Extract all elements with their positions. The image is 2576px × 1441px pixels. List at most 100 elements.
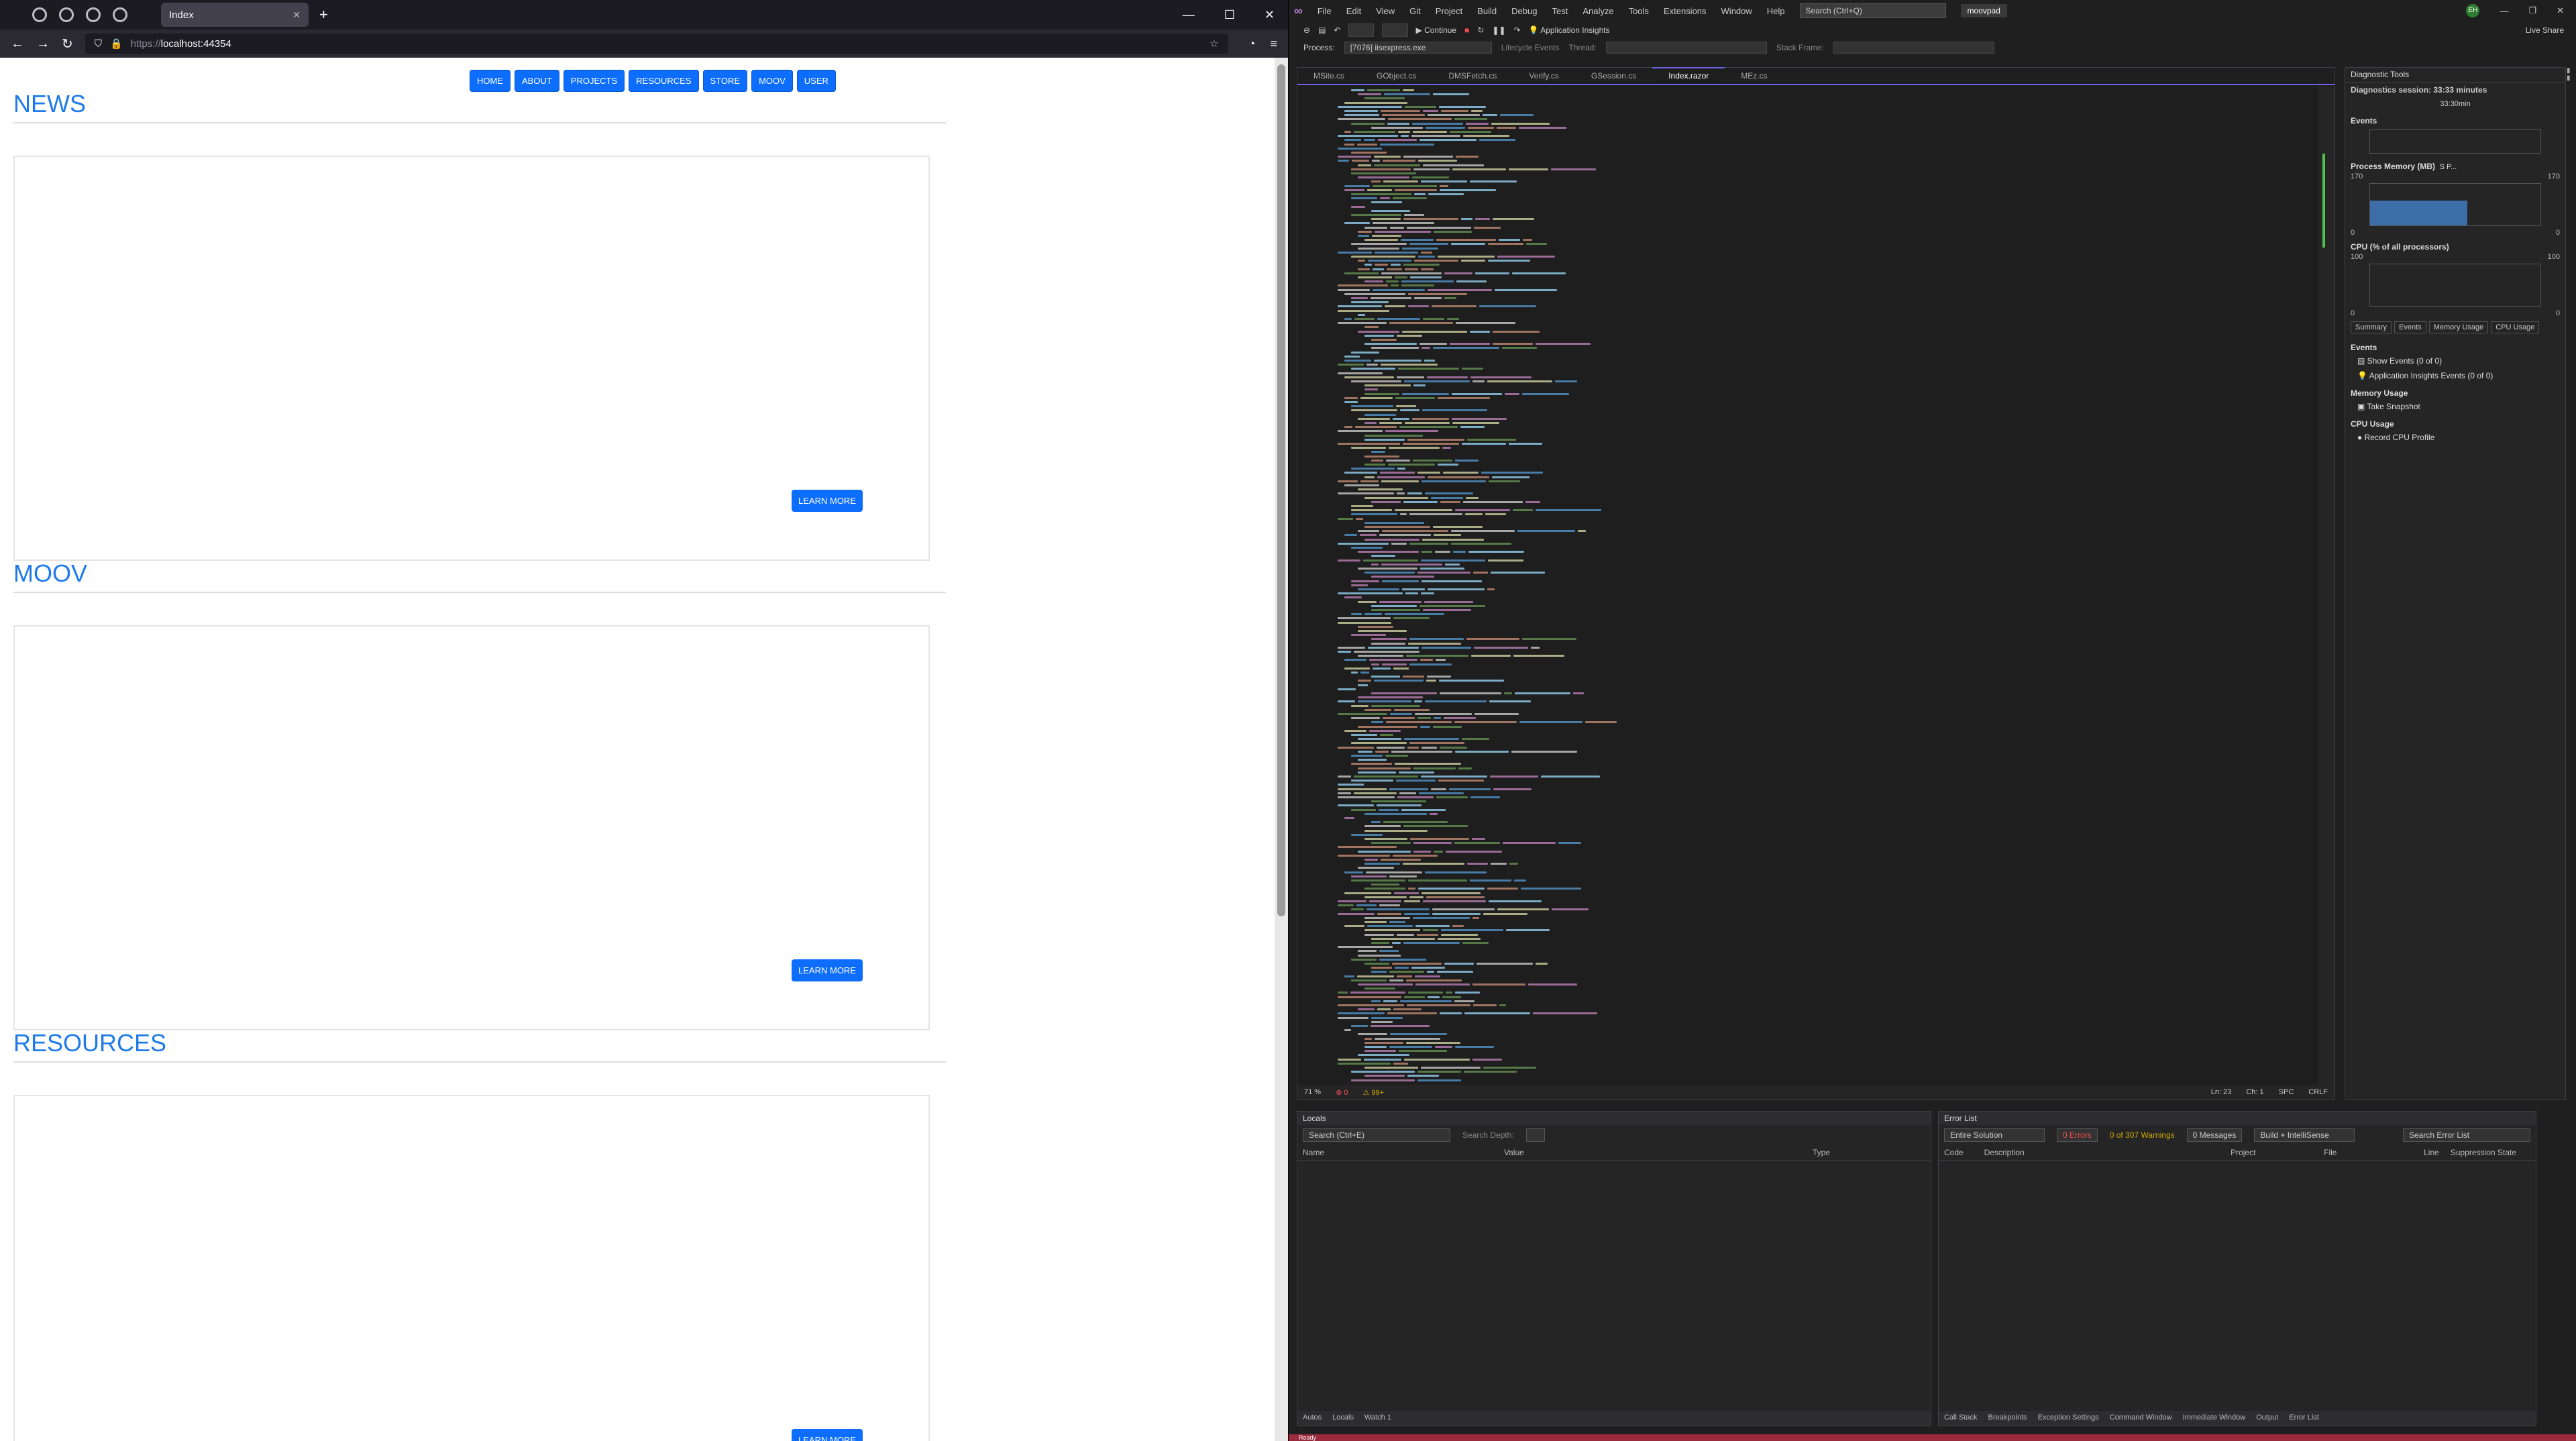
app-insights-button[interactable]: 💡 Application Insights (1529, 25, 1610, 35)
back-icon[interactable]: ← (11, 36, 24, 52)
continue-button[interactable]: ▶ Continue (1416, 25, 1457, 35)
editor-tab[interactable]: MEz.cs (1725, 68, 1783, 84)
pane-tab[interactable]: Error List (2289, 1413, 2319, 1423)
pane-tab[interactable]: Command Window (2110, 1413, 2172, 1423)
code-editor[interactable]: MSite.cs GObject.cs DMSFetch.cs Verify.cs GS… (1297, 67, 2335, 1100)
close-window-icon[interactable]: ✕ (1265, 8, 1275, 22)
menu-item-extensions[interactable]: Extensions (1664, 6, 1707, 16)
editor-scrollbar[interactable] (2318, 87, 2334, 1085)
search-depth-dropdown[interactable] (1525, 1128, 1545, 1142)
editor-tab[interactable]: GObject.cs (1360, 68, 1432, 84)
code-area[interactable] (1297, 87, 2318, 1085)
restart-icon[interactable]: ↻ (1477, 25, 1484, 35)
close-icon[interactable]: ✕ (292, 9, 301, 21)
menu-item-edit[interactable]: Edit (1346, 6, 1361, 16)
whitespace-indicator[interactable]: SPC (2279, 1088, 2294, 1096)
ai-events-link[interactable]: 💡 Application Insights Events (0 of 0) (2345, 368, 2565, 383)
menu-item-debug[interactable]: Debug (1511, 6, 1537, 16)
menu-item-view[interactable]: View (1376, 6, 1395, 16)
pinned-tab-icon[interactable] (32, 7, 47, 22)
stack-frame-dropdown[interactable] (1833, 42, 1995, 54)
pane-tab[interactable]: Breakpoints (1988, 1413, 2027, 1423)
diagnostics-tab[interactable]: CPU Usage (2491, 321, 2540, 333)
pocket-icon[interactable]: ◔ (1248, 37, 1256, 51)
new-tab-icon[interactable]: + (319, 6, 328, 23)
pinned-tab-icon[interactable] (86, 7, 101, 22)
nav-button-moov[interactable]: MOOV (751, 70, 793, 92)
pane-tab[interactable]: Autos (1303, 1413, 1322, 1423)
thread-dropdown[interactable] (1605, 42, 1767, 54)
nav-button-projects[interactable]: PROJECTS (563, 70, 625, 92)
live-share-button[interactable]: Live Share (2526, 25, 2576, 35)
editor-tab[interactable]: GSession.cs (1575, 68, 1652, 84)
diagnostics-tab[interactable]: Events (2394, 321, 2426, 333)
scrollbar-thumb[interactable] (1277, 64, 1285, 916)
pause-icon[interactable]: ❚❚ (1492, 25, 1505, 35)
menu-item-project[interactable]: Project (1436, 6, 1462, 16)
locals-search-input[interactable]: Search (Ctrl+E) (1303, 1128, 1450, 1142)
config-dropdown[interactable] (1348, 23, 1375, 37)
lock-icon[interactable]: 🔒 (110, 38, 123, 50)
menu-item-test[interactable]: Test (1552, 6, 1568, 16)
learn-more-button[interactable]: LEARN MORE (792, 1429, 863, 1441)
menu-item-window[interactable]: Window (1721, 6, 1752, 16)
editor-tab[interactable]: MSite.cs (1297, 68, 1360, 84)
column-header[interactable]: Description (1984, 1148, 2231, 1157)
code-text[interactable] (1338, 89, 2313, 1085)
record-cpu-button[interactable]: ● Record CPU Profile (2345, 430, 2565, 445)
stop-icon[interactable]: ■ (1464, 25, 1469, 35)
lifecycle-events[interactable]: Lifecycle Events (1501, 43, 1560, 52)
pane-tab[interactable]: Watch 1 (1364, 1413, 1391, 1423)
platform-dropdown[interactable] (1382, 23, 1408, 37)
menu-icon[interactable]: ≡ (1270, 37, 1277, 51)
column-header[interactable]: Name (1303, 1148, 1504, 1157)
line-ending-indicator[interactable]: CRLF (2308, 1088, 2328, 1096)
step-over-icon[interactable]: ↷ (1514, 25, 1521, 35)
editor-tab[interactable]: Index.razor (1652, 67, 1725, 84)
avatar[interactable]: EH (2466, 4, 2480, 17)
page-scrollbar[interactable] (1275, 58, 1288, 1441)
warnings-filter[interactable]: 0 of 307 Warnings (2110, 1130, 2175, 1140)
column-header[interactable]: Project (2231, 1148, 2324, 1157)
close-window-icon[interactable]: ✕ (2557, 5, 2564, 16)
process-dropdown[interactable]: [7076] iisexpress.exe (1344, 42, 1492, 54)
diagnostics-tab[interactable]: Memory Usage (2428, 321, 2489, 333)
build-dropdown[interactable]: Build + IntelliSense (2254, 1128, 2355, 1142)
show-events-link[interactable]: ▤ Show Events (0 of 0) (2345, 354, 2565, 368)
undo-icon[interactable]: ↶ (1334, 25, 1340, 35)
menu-item-analyze[interactable]: Analyze (1582, 6, 1613, 16)
pinned-tab-icon[interactable] (113, 7, 127, 22)
diagnostics-tab[interactable]: Summary (2351, 321, 2392, 333)
pane-tab[interactable]: Exception Settings (2038, 1413, 2099, 1423)
column-header[interactable]: File (2324, 1148, 2424, 1157)
nav-button-home[interactable]: HOME (470, 70, 511, 92)
reload-icon[interactable]: ↻ (62, 36, 73, 52)
errors-filter[interactable]: 0 Errors (2057, 1128, 2098, 1142)
menu-item-tools[interactable]: Tools (1629, 6, 1649, 16)
column-header[interactable]: Line (2424, 1148, 2451, 1157)
zoom-level[interactable]: 71 % (1304, 1088, 1321, 1096)
learn-more-button[interactable]: LEARN MORE (792, 490, 863, 512)
shield-icon[interactable]: ⛉ (95, 38, 102, 50)
column-header[interactable]: Value (1504, 1148, 1813, 1157)
nav-button-user[interactable]: USER (796, 70, 836, 92)
maximize-icon[interactable]: ☐ (1224, 8, 1235, 22)
save-all-icon[interactable]: ▤ (1318, 25, 1326, 35)
vs-search-input[interactable]: Search (Ctrl+Q) (1799, 3, 1946, 18)
editor-tab[interactable]: Verify.cs (1513, 68, 1574, 84)
solution-explorer-strip[interactable]: ▮ ▮ (2567, 67, 2576, 201)
restore-icon[interactable]: ❐ (2528, 5, 2536, 16)
messages-filter[interactable]: 0 Messages (2186, 1128, 2243, 1142)
scope-dropdown[interactable]: Entire Solution (1944, 1128, 2045, 1142)
editor-tab[interactable]: DMSFetch.cs (1432, 68, 1513, 84)
pinned-tab-icon[interactable] (59, 7, 74, 22)
back-icon[interactable]: ⊖ (1303, 25, 1310, 35)
nav-button-resources[interactable]: RESOURCES (629, 70, 699, 92)
forward-icon[interactable]: → (36, 36, 50, 52)
error-search-input[interactable]: Search Error List (2403, 1128, 2530, 1142)
menu-item-build[interactable]: Build (1477, 6, 1497, 16)
learn-more-button[interactable]: LEARN MORE (792, 959, 863, 981)
url-bar[interactable]: ⛉ 🔒 https://localhost:44354 ☆ (85, 34, 1228, 54)
column-header[interactable]: Suppression State (2451, 1148, 2530, 1157)
nav-button-store[interactable]: STORE (702, 70, 748, 92)
